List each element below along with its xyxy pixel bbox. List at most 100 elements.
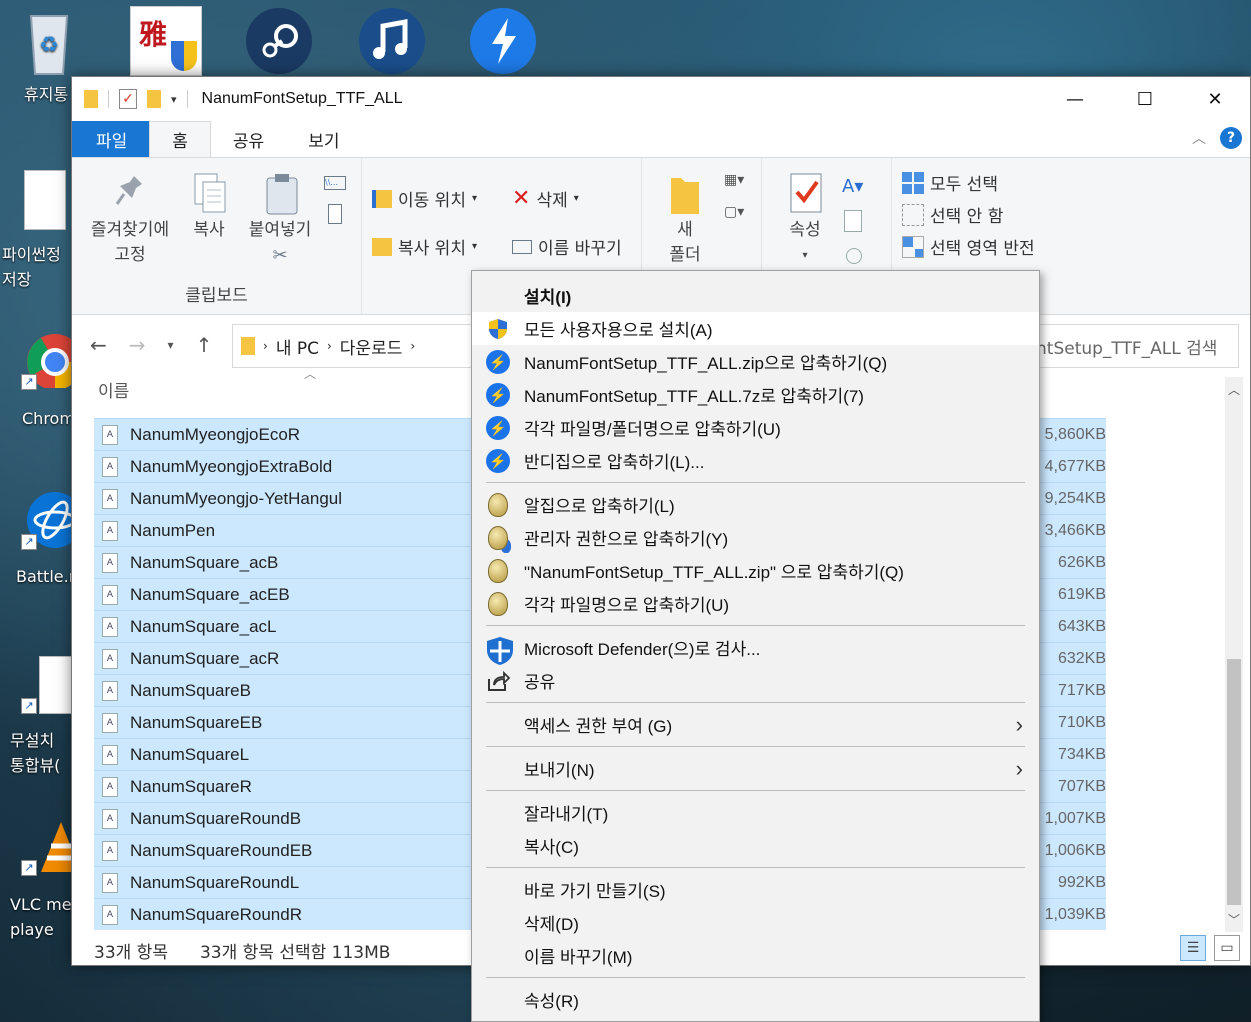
select-all-button[interactable]: 모두 선택 (902, 170, 998, 195)
delete-button[interactable]: ✕ 삭제 ▾ (512, 186, 579, 211)
menu-item[interactable]: 알집으로 압축하기(L) (472, 488, 1039, 521)
ribbon-tabs: 파일 홈 공유 보기 ︿ ? (72, 121, 1250, 157)
new-item-icon[interactable]: ▦▾ (724, 172, 744, 188)
menu-item-label: NanumFontSetup_TTF_ALL.zip으로 압축하기(Q) (524, 354, 888, 373)
share-icon (486, 669, 511, 693)
chevron-right-icon[interactable]: › (327, 339, 332, 353)
quick-access-toolbar: ✓ ▾ (84, 89, 188, 109)
file-name: NanumSquareRoundEB (130, 840, 313, 860)
desktop-icon-recycle-bin[interactable]: ♻ 휴지통 (14, 8, 84, 104)
folder-icon (84, 90, 98, 108)
move-to-button[interactable]: 이동 위치 ▾ (372, 186, 477, 211)
menu-item[interactable]: 관리자 권한으로 압축하기(Y) (472, 521, 1039, 554)
history-icon[interactable] (846, 248, 862, 264)
pin-icon (114, 172, 146, 212)
bandizip-shortcut-icon[interactable] (468, 6, 540, 78)
forward-arrow-icon[interactable]: → (129, 333, 146, 357)
sort-ascending-icon: ︿ (304, 367, 317, 381)
invert-selection-button[interactable]: 선택 영역 반전 (902, 234, 1035, 259)
copy-button[interactable]: 복사 (182, 172, 236, 243)
cut-scissors-icon[interactable]: ✂ (242, 243, 318, 268)
dropdown-arrow-icon: ▾ (802, 250, 808, 261)
file-name: NanumSquareL (130, 744, 250, 764)
up-arrow-icon[interactable]: ↑ (196, 333, 213, 357)
maximize-button[interactable]: ☐ (1110, 77, 1180, 121)
address-path[interactable]: › 내 PC › 다운로드 › (232, 324, 492, 368)
close-button[interactable]: ✕ (1180, 77, 1250, 121)
properties-check-icon[interactable]: ✓ (119, 89, 137, 109)
bandizip-icon: ⚡ (486, 350, 510, 374)
back-arrow-icon[interactable]: ← (90, 333, 107, 357)
menu-item[interactable]: ⚡ 각각 파일명/폴더명으로 압축하기(U) (472, 411, 1039, 444)
new-folder-button[interactable]: 새 폴더 (660, 172, 710, 268)
menu-item[interactable]: 이름 바꾸기(M) (472, 939, 1039, 972)
scrollbar-thumb[interactable] (1227, 659, 1241, 905)
breadcrumb-this-pc[interactable]: 내 PC (276, 334, 319, 359)
tab-home[interactable]: 홈 (149, 121, 211, 157)
menu-item[interactable]: 모든 사용자용으로 설치(A) (472, 312, 1039, 345)
menu-item[interactable]: "NanumFontSetup_TTF_ALL.zip" 으로 압축하기(Q) (472, 554, 1039, 587)
move-to-label: 이동 위치 (398, 191, 466, 211)
menu-item[interactable]: 액세스 권한 부여 (G) › (472, 708, 1039, 741)
font-file-icon: A (102, 712, 118, 733)
desktop-icon-python-doc[interactable]: 파이썬정 저장 (2, 170, 80, 289)
copy-path-icon[interactable]: \\... (324, 176, 346, 190)
customize-dropdown-icon[interactable]: ▾ (171, 93, 177, 106)
chevron-right-icon[interactable]: › (263, 339, 268, 353)
music-player-icon[interactable] (357, 6, 429, 78)
breadcrumb-downloads[interactable]: 다운로드 (340, 334, 403, 359)
font-file-icon: A (102, 424, 118, 445)
file-size: 1,039KB (1044, 905, 1106, 923)
tab-share[interactable]: 공유 (211, 121, 286, 157)
rename-button[interactable]: 이름 바꾸기 (512, 234, 622, 259)
open-icon[interactable]: A▾ (842, 176, 863, 197)
tab-view[interactable]: 보기 (286, 121, 361, 157)
chevron-right-icon[interactable]: › (410, 339, 415, 353)
menu-item[interactable]: 바로 가기 만들기(S) (472, 873, 1039, 906)
collapse-ribbon-chevron-icon[interactable]: ︿ (1192, 128, 1206, 148)
easy-access-icon[interactable]: ▢▾ (724, 204, 744, 220)
font-file-icon: A (102, 904, 118, 925)
ribbon-right-controls: ︿ ? (1192, 127, 1242, 149)
pin-quick-access-button[interactable]: 즐겨찾기에 고정 (82, 172, 178, 268)
minimize-button[interactable]: — (1040, 77, 1110, 121)
paste-button[interactable]: 붙여넣기 ✂ (242, 172, 318, 268)
menu-item-label: 공유 (524, 673, 556, 692)
uac-shield-icon (486, 317, 510, 341)
navigation-buttons: ← → ▾ ↑ (72, 333, 212, 357)
copy-to-button[interactable]: 복사 위치 ▾ (372, 234, 477, 259)
help-icon[interactable]: ? (1220, 127, 1242, 149)
tab-file[interactable]: 파일 (72, 121, 150, 157)
details-view-icon[interactable]: ☰ (1180, 935, 1206, 961)
search-input[interactable]: ntSetup_TTF_ALL 검색 (1027, 324, 1239, 368)
menu-item[interactable]: ⚡ NanumFontSetup_TTF_ALL.zip으로 압축하기(Q) (472, 345, 1039, 378)
recent-locations-chevron-icon[interactable]: ▾ (168, 338, 174, 352)
scroll-down-arrow-icon[interactable]: ﹀ (1228, 911, 1240, 928)
file-size: 9,254KB (1044, 489, 1106, 507)
app-shortcut-icon[interactable]: 雅 (130, 6, 202, 78)
new-folder-icon[interactable] (147, 90, 161, 108)
edit-icon[interactable] (844, 210, 862, 232)
menu-item[interactable]: 각각 파일명으로 압축하기(U) (472, 587, 1039, 620)
menu-item[interactable]: 삭제(D) (472, 906, 1039, 939)
menu-item[interactable]: 잘라내기(T) (472, 796, 1039, 829)
menu-item[interactable]: 설치(I) (472, 279, 1039, 312)
dropdown-arrow-icon: ▾ (471, 241, 477, 252)
select-none-button[interactable]: 선택 안 함 (902, 202, 1003, 227)
menu-item[interactable]: 속성(R) (472, 983, 1039, 1016)
menu-item[interactable]: 복사(C) (472, 829, 1039, 862)
title-bar[interactable]: ✓ ▾ NanumFontSetup_TTF_ALL — ☐ ✕ (72, 77, 1250, 121)
menu-item[interactable]: 공유 (472, 664, 1039, 697)
column-header-name[interactable]: 이름 ︿ (98, 367, 316, 402)
properties-button[interactable]: 속성 ▾ (778, 172, 832, 268)
steam-icon[interactable] (244, 6, 316, 78)
vertical-scrollbar[interactable]: ︿ ﹀ (1225, 377, 1243, 932)
menu-item[interactable]: 보내기(N) › (472, 752, 1039, 785)
large-icons-view-icon[interactable]: ▭ (1214, 935, 1240, 961)
scroll-up-arrow-icon[interactable]: ︿ (1228, 381, 1240, 398)
menu-item[interactable]: ⚡ 반디집으로 압축하기(L)... (472, 444, 1039, 477)
menu-item[interactable]: ⚡ NanumFontSetup_TTF_ALL.7z로 압축하기(7) (472, 378, 1039, 411)
file-name: NanumMyeongjo-YetHangul (130, 488, 343, 508)
menu-item[interactable]: Microsoft Defender(으)로 검사... (472, 631, 1039, 665)
paste-shortcut-icon[interactable] (328, 204, 342, 224)
